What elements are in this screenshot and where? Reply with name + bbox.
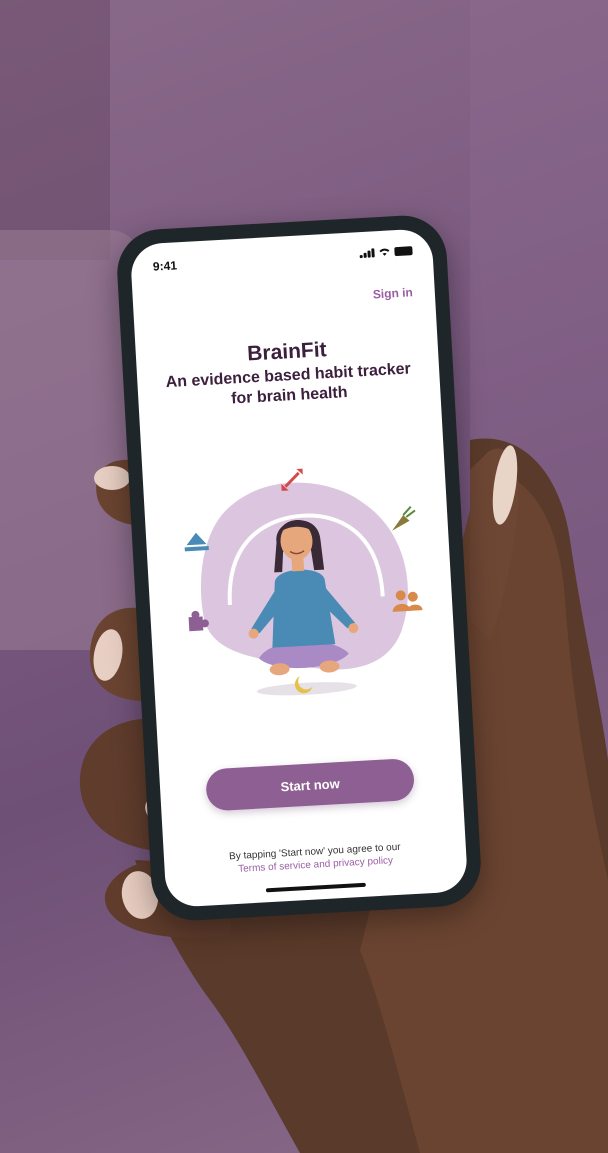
battery-icon [394,246,413,257]
sign-in-link[interactable]: Sign in [372,285,413,301]
background-shape-dark [0,0,110,260]
carrot-icon [392,505,416,531]
legal-notice: By tapping 'Start now' you agree to our … [180,838,451,879]
status-icons [359,245,413,259]
meditation-bell-icon [184,532,209,552]
home-indicator[interactable] [265,882,366,893]
status-time: 9:41 [152,258,178,274]
start-now-button[interactable]: Start now [205,757,416,812]
meditation-illustration [184,468,423,696]
phone-frame: 9:41 Sign in BrainFit An evidence based … [114,213,484,923]
status-bar: 9:41 [130,228,434,285]
app-screen: 9:41 Sign in BrainFit An evidence based … [129,228,469,908]
background-shape-right [470,0,608,1153]
signal-icon [359,248,375,259]
wifi-icon [379,248,390,256]
